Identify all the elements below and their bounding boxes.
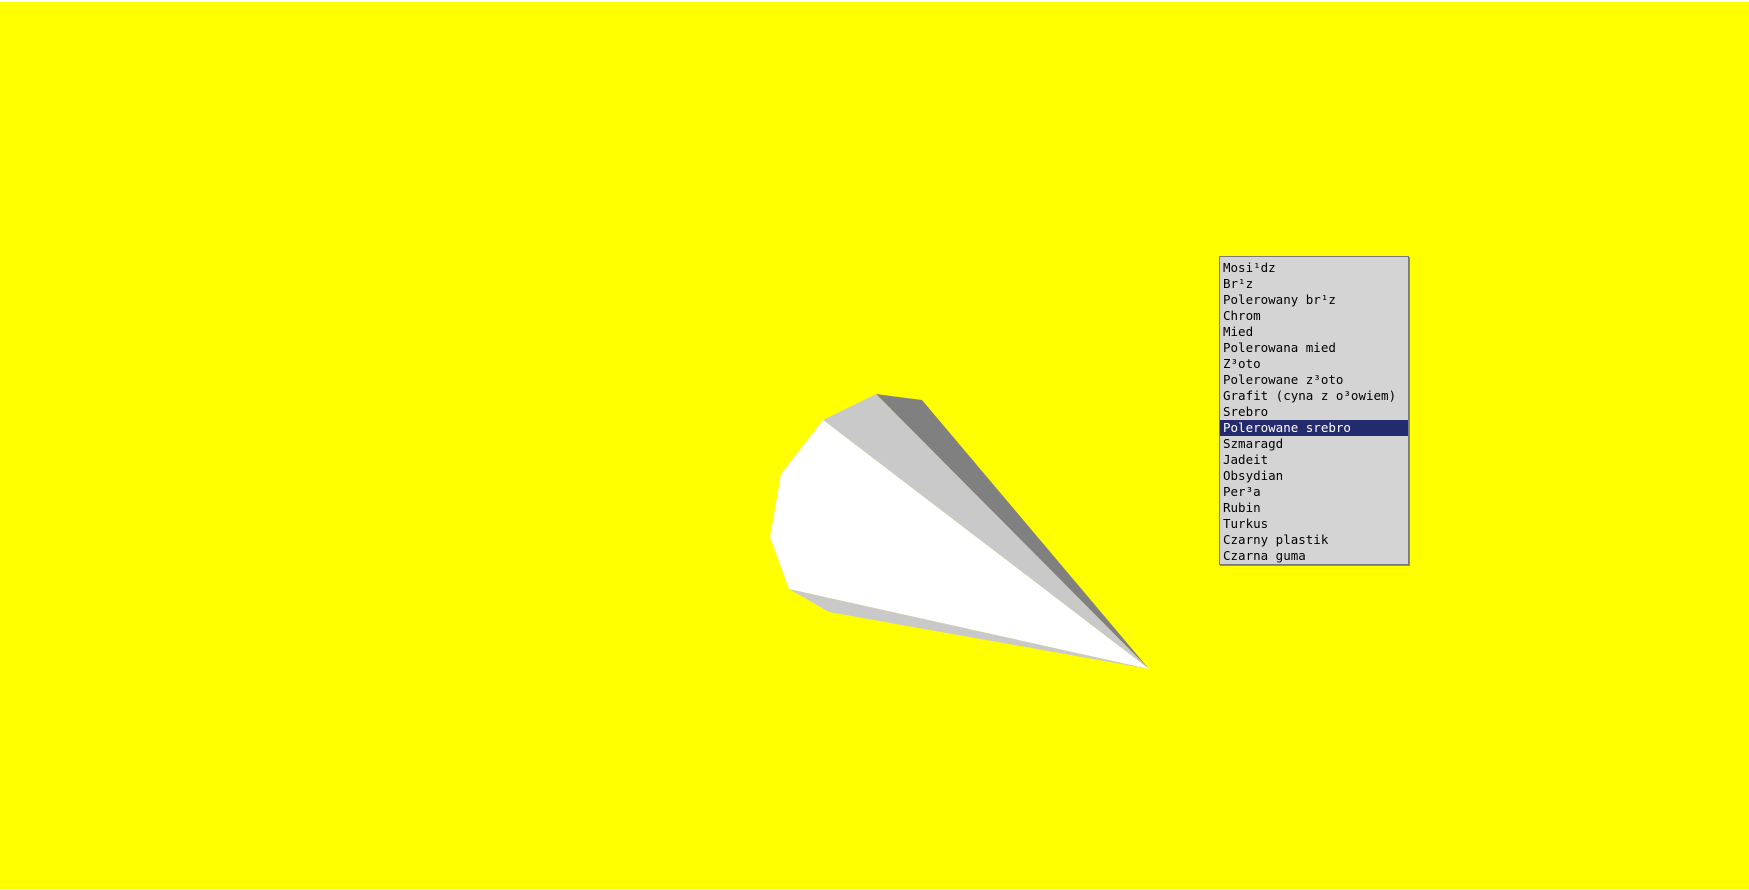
material-menu-item[interactable]: Szmaragd: [1220, 436, 1408, 452]
material-menu-item[interactable]: Chrom: [1220, 308, 1408, 324]
material-menu-item-selected[interactable]: Polerowane srebro: [1220, 420, 1408, 436]
material-menu-item[interactable]: Grafit (cyna z o³owiem): [1220, 388, 1408, 404]
material-menu-list: Mosi¹dz Br¹z Polerowany br¹z Chrom Mied …: [1220, 260, 1408, 564]
material-menu-item[interactable]: Per³a: [1220, 484, 1408, 500]
material-menu-item[interactable]: Mosi¹dz: [1220, 260, 1408, 276]
material-menu-item[interactable]: Jadeit: [1220, 452, 1408, 468]
material-menu-item[interactable]: Czarny plastik: [1220, 532, 1408, 548]
material-menu-item[interactable]: Rubin: [1220, 500, 1408, 516]
material-menu-item[interactable]: Turkus: [1220, 516, 1408, 532]
material-menu-item[interactable]: Z³oto: [1220, 356, 1408, 372]
material-menu-item[interactable]: Czarna guma: [1220, 548, 1408, 564]
material-menu-item[interactable]: Polerowane z³oto: [1220, 372, 1408, 388]
material-menu-item[interactable]: Obsydian: [1220, 468, 1408, 484]
cone-object[interactable]: [0, 2, 1749, 889]
material-menu[interactable]: Mosi¹dz Br¹z Polerowany br¹z Chrom Mied …: [1219, 256, 1409, 565]
material-menu-item[interactable]: Mied: [1220, 324, 1408, 340]
material-menu-item[interactable]: Polerowany br¹z: [1220, 292, 1408, 308]
material-menu-item[interactable]: Br¹z: [1220, 276, 1408, 292]
material-menu-item[interactable]: Srebro: [1220, 404, 1408, 420]
3d-viewport[interactable]: Mosi¹dz Br¹z Polerowany br¹z Chrom Mied …: [0, 2, 1749, 889]
material-menu-item[interactable]: Polerowana mied: [1220, 340, 1408, 356]
